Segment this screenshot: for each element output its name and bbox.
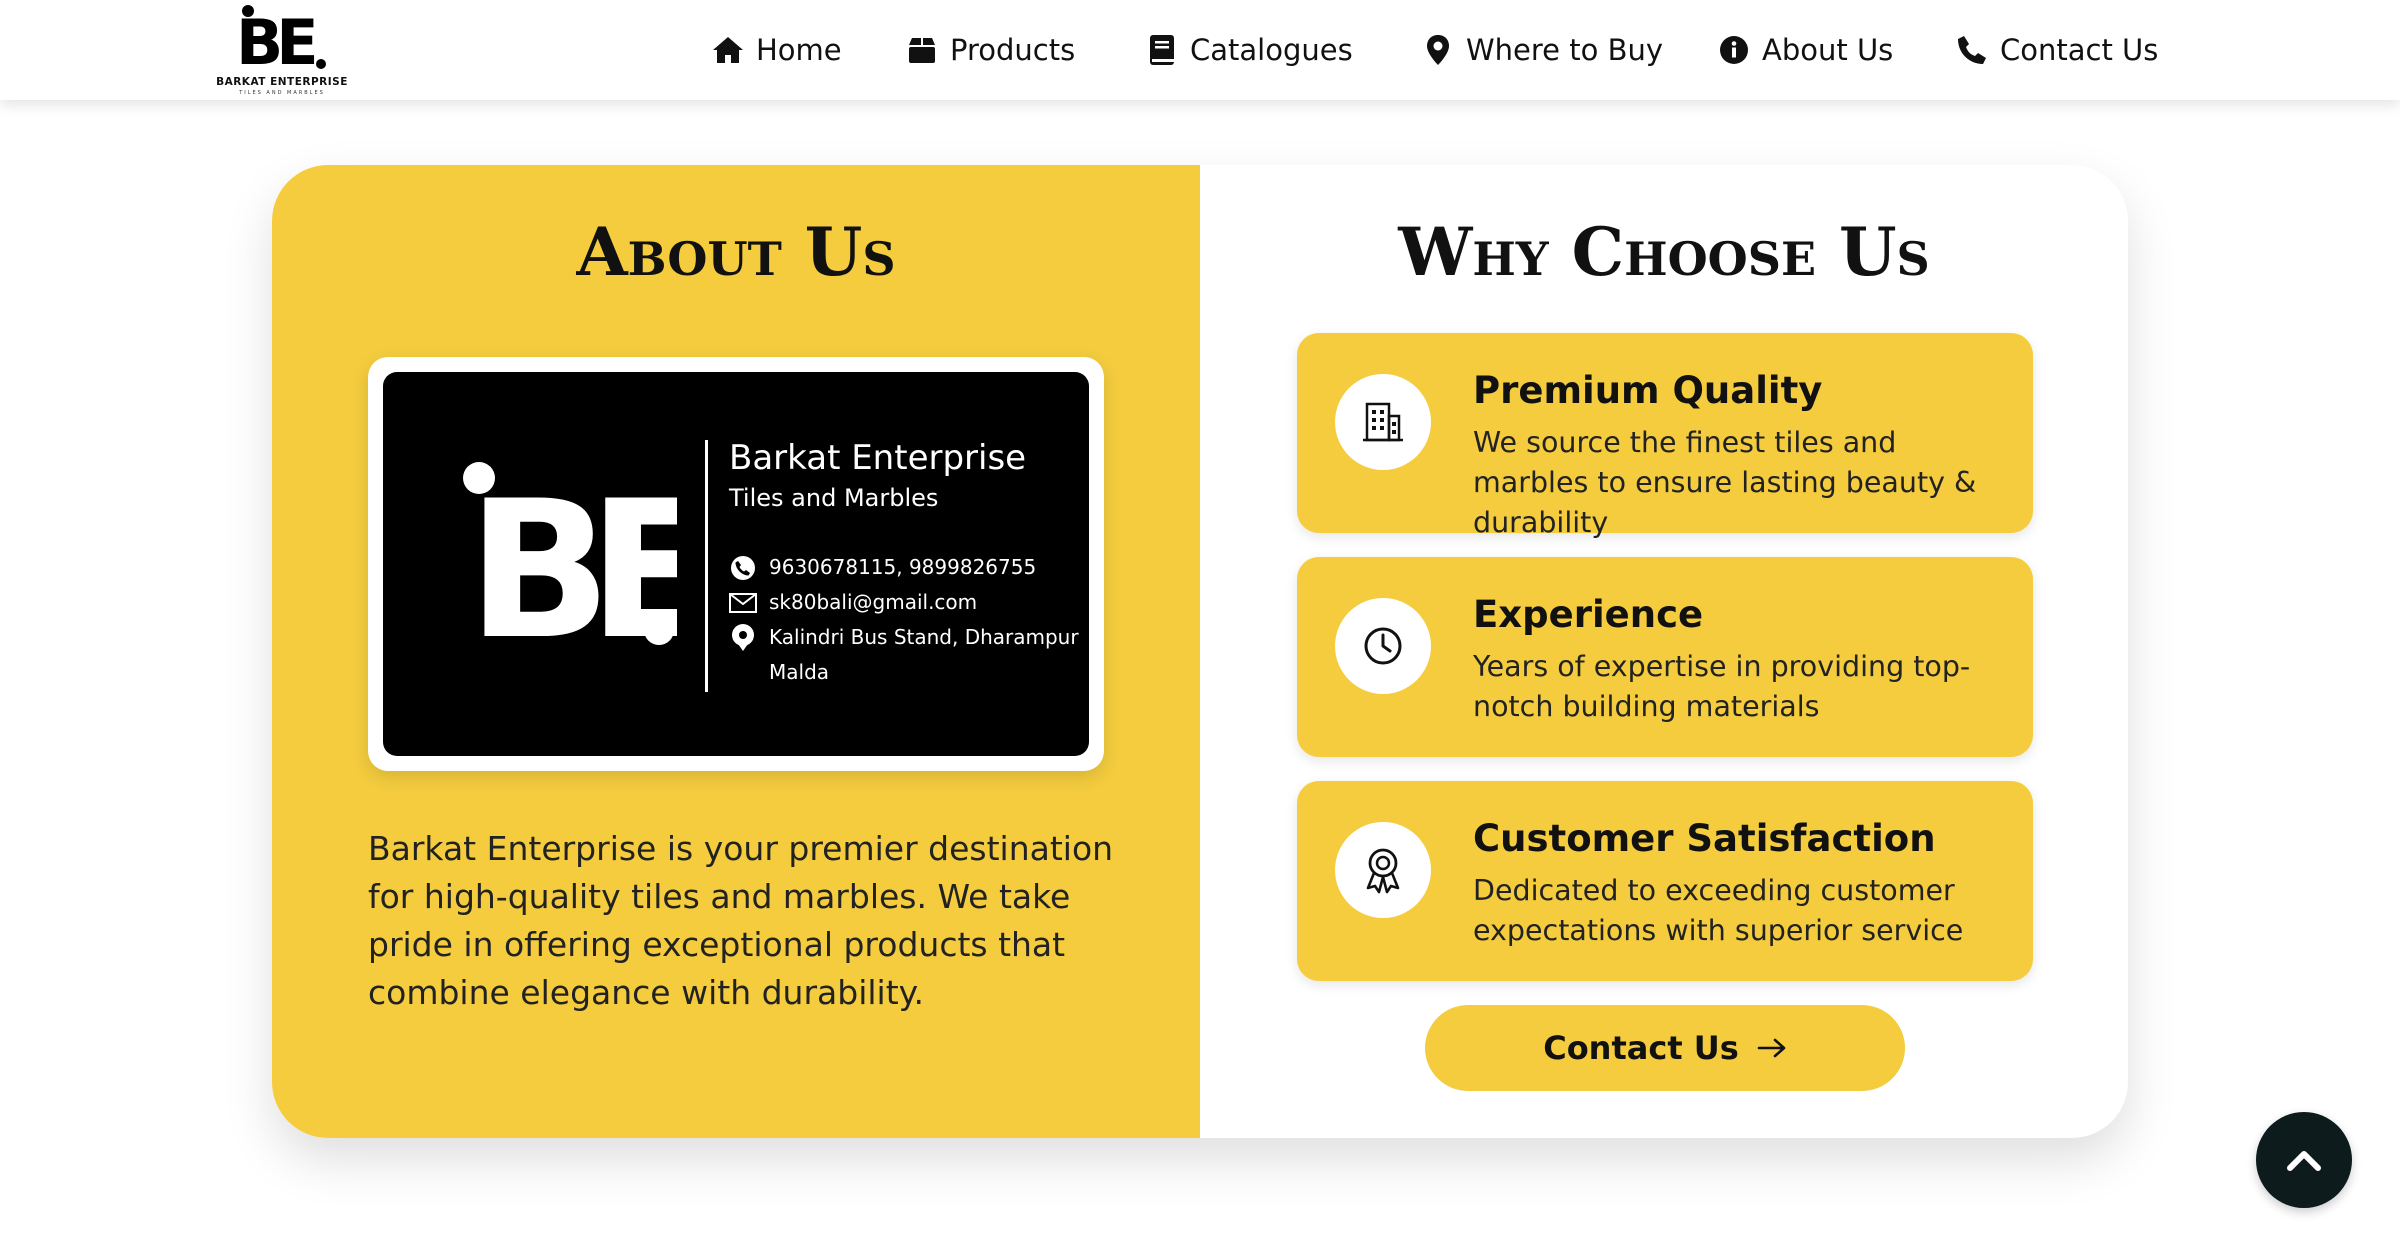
feature-description: We source the finest tiles and marbles t…	[1473, 426, 1977, 539]
feature-card-experience: Experience Years of expertise in providi…	[1297, 557, 2033, 757]
home-icon	[712, 34, 744, 66]
feature-icon-circle	[1335, 822, 1431, 918]
why-features: Premium Quality We source the finest til…	[272, 165, 2128, 1138]
nav-where-to-buy-label: Where to Buy	[1466, 33, 1664, 67]
nav-home-label: Home	[756, 33, 842, 67]
feature-icon-circle	[1335, 598, 1431, 694]
book-icon	[1146, 34, 1178, 66]
arrow-right-icon	[1757, 1038, 1786, 1058]
info-icon	[1718, 34, 1750, 66]
feature-description: Dedicated to exceeding customer expectat…	[1473, 874, 1964, 947]
feature-title: Experience	[1473, 593, 1704, 636]
building-icon	[1363, 402, 1403, 442]
feature-description: Years of expertise in providing top-notc…	[1473, 650, 1971, 723]
nav-catalogues-label: Catalogues	[1190, 33, 1353, 67]
site-header: BE BARKAT ENTERPRISE TILES AND MARBLES H…	[0, 0, 2400, 100]
feature-card-premium-quality: Premium Quality We source the finest til…	[1297, 333, 2033, 539]
logo-name: BARKAT ENTERPRISE	[216, 76, 348, 88]
nav-home[interactable]: Home	[712, 30, 842, 70]
location-pin-icon	[1422, 34, 1454, 66]
feature-title: Premium Quality	[1473, 369, 1823, 412]
box-icon	[906, 34, 938, 66]
nav-contact-us[interactable]: Contact Us	[1956, 30, 2158, 70]
logo-tagline: TILES AND MARBLES	[239, 90, 325, 96]
feature-card-customer-satisfaction: Customer Satisfaction Dedicated to excee…	[1297, 781, 2033, 981]
feature-icon-circle	[1335, 374, 1431, 470]
clock-icon	[1364, 627, 1402, 665]
brand-logo[interactable]: BE BARKAT ENTERPRISE TILES AND MARBLES	[212, 2, 352, 96]
nav-products-label: Products	[950, 33, 1076, 67]
nav-where-to-buy[interactable]: Where to Buy	[1422, 30, 1663, 70]
contact-us-button-label: Contact Us	[1543, 1029, 1739, 1067]
phone-icon	[1956, 34, 1988, 66]
award-icon	[1366, 848, 1400, 894]
nav-contact-us-label: Contact Us	[2000, 33, 2159, 67]
nav-about-us[interactable]: About Us	[1718, 30, 1893, 70]
contact-us-button[interactable]: Contact Us	[1425, 1005, 1905, 1091]
logo-mark-icon: BE	[236, 5, 326, 79]
svg-text:BE: BE	[236, 6, 314, 74]
nav-catalogues[interactable]: Catalogues	[1146, 30, 1353, 70]
nav-about-us-label: About Us	[1762, 33, 1894, 67]
scroll-to-top-button[interactable]	[2256, 1112, 2352, 1208]
chevron-up-icon	[2287, 1151, 2321, 1171]
feature-title: Customer Satisfaction	[1473, 817, 1936, 860]
nav-products[interactable]: Products	[906, 30, 1075, 70]
